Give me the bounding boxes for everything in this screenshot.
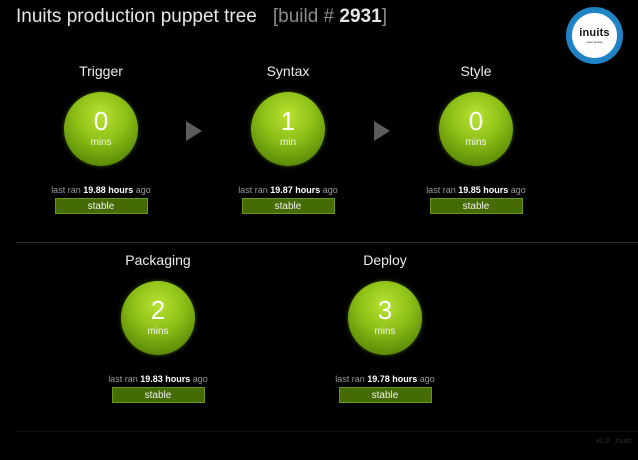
last-ran-prefix: last ran xyxy=(238,185,268,195)
title-text: Inuits production puppet tree xyxy=(16,6,257,27)
stage-style[interactable]: Style 0 mins last ran 19.85 hours ago st… xyxy=(406,62,546,214)
last-ran-prefix: last ran xyxy=(426,185,456,195)
last-ran: last ran 19.83 hours ago xyxy=(88,374,228,384)
last-ran: last ran 19.88 hours ago xyxy=(31,185,171,195)
stage-name: Style xyxy=(460,63,492,79)
duration-circle[interactable]: 2 mins xyxy=(121,281,195,355)
stage-syntax[interactable]: Syntax 1 min last ran 19.87 hours ago st… xyxy=(218,62,358,214)
row-divider xyxy=(16,242,638,243)
build-number: 2931 xyxy=(339,6,382,27)
build-label: [build # 2931] xyxy=(273,6,387,27)
stage-deploy[interactable]: Deploy 3 mins last ran 19.78 hours ago s… xyxy=(315,251,455,403)
last-ran-value: 19.87 hours xyxy=(270,185,321,195)
last-ran-suffix: ago xyxy=(419,374,435,384)
last-ran-value: 19.88 hours xyxy=(83,185,134,195)
last-ran-suffix: ago xyxy=(192,374,208,384)
last-ran: last ran 19.87 hours ago xyxy=(218,185,358,195)
page-title: Inuits production puppet tree [build # 29… xyxy=(16,6,387,28)
last-ran-prefix: last ran xyxy=(51,185,81,195)
footer-credit: v0.9 · Inuits xyxy=(595,438,632,445)
status-badge[interactable]: stable xyxy=(111,387,205,403)
duration-value: 0 xyxy=(468,105,484,136)
logo-name: inuits xyxy=(579,26,610,39)
last-ran-prefix: last ran xyxy=(335,374,365,384)
stage-name: Syntax xyxy=(266,63,310,79)
last-ran-value: 19.85 hours xyxy=(458,185,509,195)
duration-unit: mins xyxy=(147,325,169,337)
duration-value: 0 xyxy=(93,105,109,136)
stage-name: Trigger xyxy=(79,63,123,79)
last-ran-value: 19.78 hours xyxy=(367,374,418,384)
status-badge[interactable]: stable xyxy=(241,198,335,214)
last-ran: last ran 19.78 hours ago xyxy=(315,374,455,384)
stage-name: Deploy xyxy=(363,252,407,268)
status-badge[interactable]: stable xyxy=(429,198,523,214)
stage-name: Packaging xyxy=(125,252,191,268)
last-ran-value: 19.83 hours xyxy=(140,374,191,384)
stage-trigger[interactable]: Trigger 0 mins last ran 19.88 hours ago … xyxy=(31,62,171,214)
build-suffix: ] xyxy=(381,6,387,27)
duration-unit: mins xyxy=(374,325,396,337)
duration-unit: min xyxy=(279,136,297,148)
duration-value: 3 xyxy=(377,294,393,325)
duration-unit: mins xyxy=(90,136,112,148)
last-ran: last ran 19.85 hours ago xyxy=(406,185,546,195)
duration-value: 1 xyxy=(280,105,296,136)
build-prefix: [build # xyxy=(272,6,335,27)
logo-tagline: open source xyxy=(586,39,603,44)
last-ran-suffix: ago xyxy=(510,185,526,195)
stage-packaging[interactable]: Packaging 2 mins last ran 19.83 hours ag… xyxy=(88,251,228,403)
last-ran-suffix: ago xyxy=(135,185,151,195)
duration-circle[interactable]: 0 mins xyxy=(64,92,138,166)
chevron-right-icon xyxy=(186,121,202,141)
duration-circle[interactable]: 1 min xyxy=(251,92,325,166)
status-badge[interactable]: stable xyxy=(54,198,148,214)
duration-circle[interactable]: 3 mins xyxy=(348,281,422,355)
last-ran-prefix: last ran xyxy=(108,374,138,384)
duration-value: 2 xyxy=(150,294,166,325)
chevron-right-icon xyxy=(374,121,390,141)
status-badge[interactable]: stable xyxy=(338,387,432,403)
last-ran-suffix: ago xyxy=(322,185,338,195)
footer-divider xyxy=(16,431,638,432)
inuits-logo[interactable]: inuits open source xyxy=(566,7,623,64)
duration-unit: mins xyxy=(465,136,487,148)
duration-circle[interactable]: 0 mins xyxy=(439,92,513,166)
